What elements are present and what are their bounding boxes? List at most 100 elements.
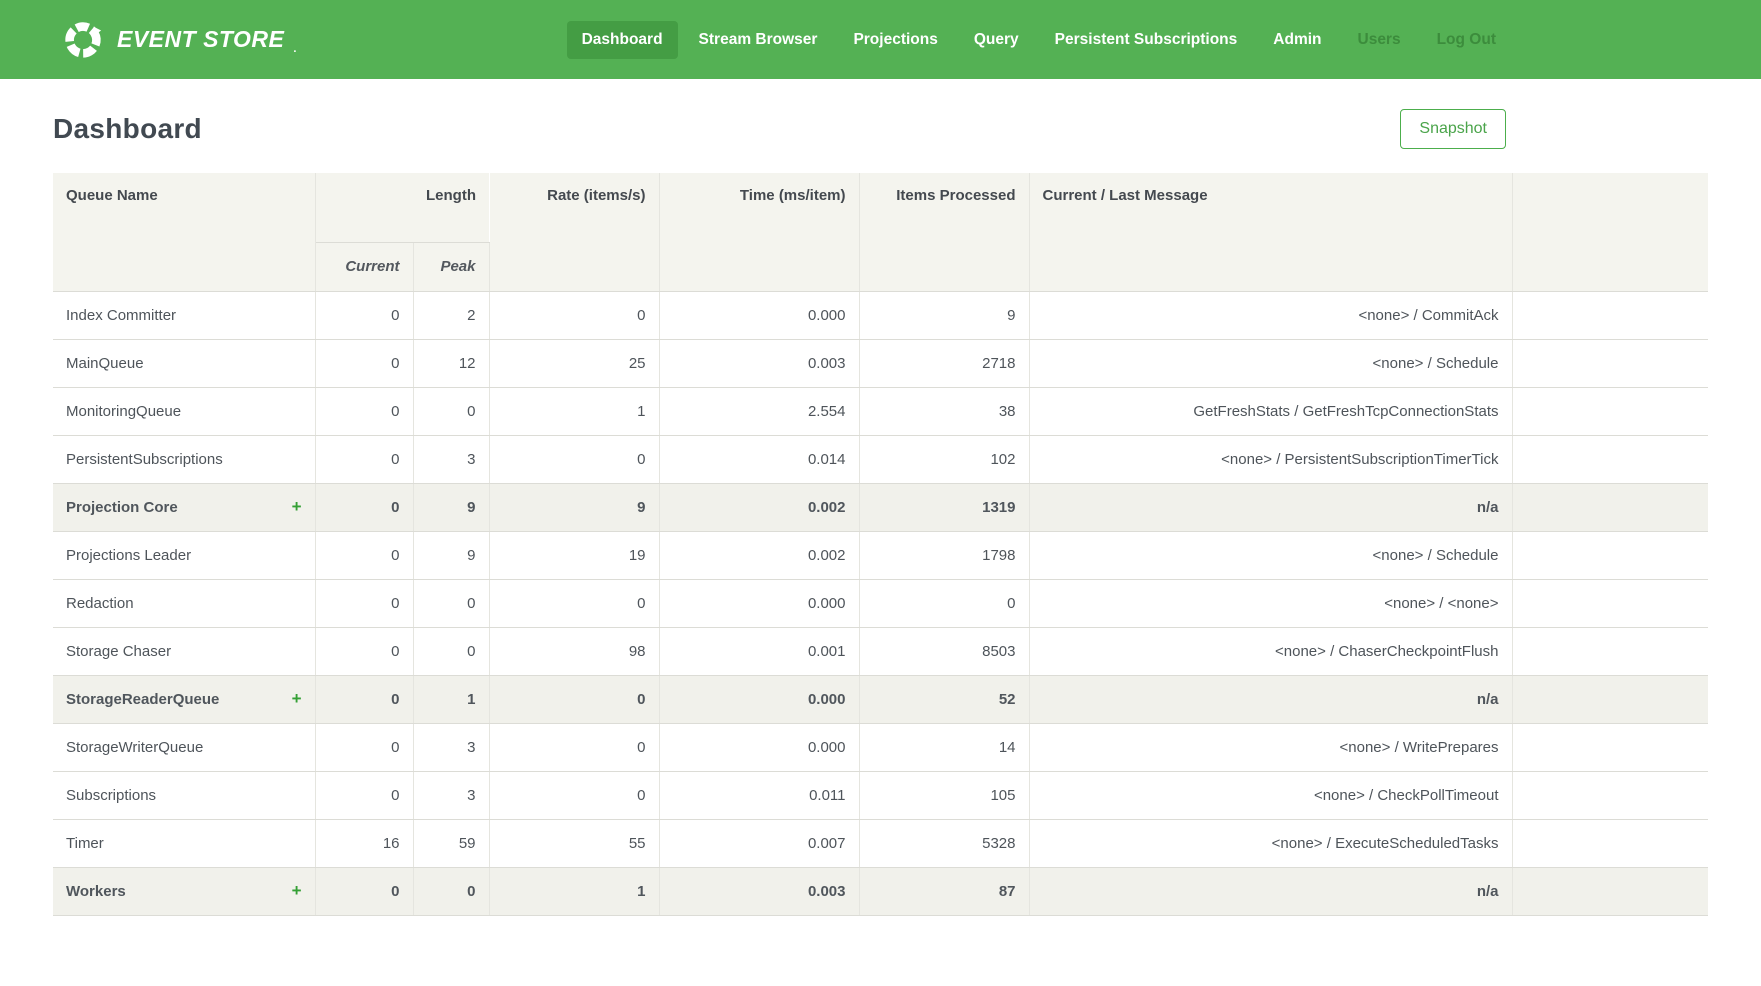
col-header-peak: Peak <box>413 242 489 291</box>
items-processed-cell: 0 <box>859 579 1029 627</box>
message-cell: <none> / ExecuteScheduledTasks <box>1029 819 1512 867</box>
nav-item-query[interactable]: Query <box>959 21 1034 59</box>
brand-home-link[interactable]: EVENT STORE . <box>62 19 296 61</box>
filler-cell <box>1512 339 1708 387</box>
col-header-length: Length <box>315 173 489 242</box>
time-cell: 0.011 <box>659 771 859 819</box>
queue-name-cell: Workers + <box>53 867 315 915</box>
length-current-cell: 0 <box>315 339 413 387</box>
message-cell: n/a <box>1029 675 1512 723</box>
rate-cell: 0 <box>489 675 659 723</box>
time-cell: 0.002 <box>659 483 859 531</box>
items-processed-cell: 102 <box>859 435 1029 483</box>
expand-plus-icon[interactable]: + <box>292 497 302 517</box>
filler-cell <box>1512 723 1708 771</box>
length-peak-cell: 0 <box>413 627 489 675</box>
table-row: Subscriptions 0 3 0 0.011 105 <none> / C… <box>53 771 1708 819</box>
filler-cell <box>1512 579 1708 627</box>
items-processed-cell: 87 <box>859 867 1029 915</box>
queue-name-cell: Subscriptions <box>53 771 315 819</box>
expand-plus-icon[interactable]: + <box>292 689 302 709</box>
length-current-cell: 0 <box>315 723 413 771</box>
time-cell: 0.000 <box>659 291 859 339</box>
rate-cell: 0 <box>489 291 659 339</box>
queue-name-cell: MainQueue <box>53 339 315 387</box>
rate-cell: 1 <box>489 867 659 915</box>
col-header-filler <box>1512 173 1708 291</box>
queue-name: PersistentSubscriptions <box>66 451 223 468</box>
rate-cell: 0 <box>489 579 659 627</box>
message-cell: n/a <box>1029 867 1512 915</box>
queue-name: StorageWriterQueue <box>66 739 203 756</box>
length-current-cell: 0 <box>315 387 413 435</box>
table-row: Timer 16 59 55 0.007 5328 <none> / Execu… <box>53 819 1708 867</box>
filler-cell <box>1512 483 1708 531</box>
nav-item-stream-browser[interactable]: Stream Browser <box>684 21 833 59</box>
message-cell: <none> / CheckPollTimeout <box>1029 771 1512 819</box>
nav-item-dashboard[interactable]: Dashboard <box>567 21 678 59</box>
rate-cell: 1 <box>489 387 659 435</box>
queue-name-cell: Projections Leader <box>53 531 315 579</box>
message-cell: <none> / WritePrepares <box>1029 723 1512 771</box>
table-row: MonitoringQueue 0 0 1 2.554 38 GetFreshS… <box>53 387 1708 435</box>
page-header: Dashboard Snapshot <box>53 101 1708 157</box>
queue-name-cell: Index Committer <box>53 291 315 339</box>
time-cell: 0.007 <box>659 819 859 867</box>
length-current-cell: 0 <box>315 675 413 723</box>
length-peak-cell: 2 <box>413 291 489 339</box>
col-header-message: Current / Last Message <box>1029 173 1512 291</box>
items-processed-cell: 52 <box>859 675 1029 723</box>
length-peak-cell: 0 <box>413 867 489 915</box>
queue-name: Projections Leader <box>66 547 191 564</box>
message-cell: <none> / PersistentSubscriptionTimerTick <box>1029 435 1512 483</box>
time-cell: 2.554 <box>659 387 859 435</box>
length-current-cell: 0 <box>315 867 413 915</box>
rate-cell: 55 <box>489 819 659 867</box>
nav-item-admin[interactable]: Admin <box>1258 21 1336 59</box>
length-peak-cell: 59 <box>413 819 489 867</box>
rate-cell: 0 <box>489 771 659 819</box>
queue-name-cell: Storage Chaser <box>53 627 315 675</box>
time-cell: 0.003 <box>659 339 859 387</box>
filler-cell <box>1512 819 1708 867</box>
queue-name-cell: Projection Core + <box>53 483 315 531</box>
queue-name-cell: StorageReaderQueue + <box>53 675 315 723</box>
rate-cell: 19 <box>489 531 659 579</box>
queue-name: MainQueue <box>66 355 144 372</box>
message-cell: <none> / Schedule <box>1029 531 1512 579</box>
length-peak-cell: 3 <box>413 435 489 483</box>
table-row: PersistentSubscriptions 0 3 0 0.014 102 … <box>53 435 1708 483</box>
table-row: Redaction 0 0 0 0.000 0 <none> / <none> <box>53 579 1708 627</box>
length-peak-cell: 12 <box>413 339 489 387</box>
items-processed-cell: 1798 <box>859 531 1029 579</box>
col-header-items-processed: Items Processed <box>859 173 1029 291</box>
queue-name: MonitoringQueue <box>66 403 181 420</box>
queue-name: Timer <box>66 835 104 852</box>
table-row: StorageReaderQueue + 0 1 0 0.000 52 n/a <box>53 675 1708 723</box>
message-cell: <none> / CommitAck <box>1029 291 1512 339</box>
message-cell: <none> / <none> <box>1029 579 1512 627</box>
message-cell: <none> / Schedule <box>1029 339 1512 387</box>
message-cell: <none> / ChaserCheckpointFlush <box>1029 627 1512 675</box>
items-processed-cell: 1319 <box>859 483 1029 531</box>
nav-item-users[interactable]: Users <box>1343 21 1416 59</box>
length-current-cell: 0 <box>315 771 413 819</box>
filler-cell <box>1512 627 1708 675</box>
nav-item-persistent-subscriptions[interactable]: Persistent Subscriptions <box>1040 21 1253 59</box>
rate-cell: 0 <box>489 435 659 483</box>
table-row: StorageWriterQueue 0 3 0 0.000 14 <none>… <box>53 723 1708 771</box>
snapshot-button[interactable]: Snapshot <box>1400 109 1506 149</box>
page-content: Dashboard Snapshot Queue Name Length Rat… <box>0 101 1761 916</box>
page-title: Dashboard <box>53 113 202 145</box>
nav-item-log-out[interactable]: Log Out <box>1422 21 1511 59</box>
expand-plus-icon[interactable]: + <box>292 881 302 901</box>
queue-name: Projection Core <box>66 499 178 516</box>
top-navigation-bar: EVENT STORE . DashboardStream BrowserPro… <box>0 0 1761 79</box>
queue-name: Index Committer <box>66 307 176 324</box>
table-row: Projections Leader 0 9 19 0.002 1798 <no… <box>53 531 1708 579</box>
nav-item-projections[interactable]: Projections <box>838 21 952 59</box>
table-row: Workers + 0 0 1 0.003 87 n/a <box>53 867 1708 915</box>
rate-cell: 9 <box>489 483 659 531</box>
length-peak-cell: 9 <box>413 483 489 531</box>
filler-cell <box>1512 387 1708 435</box>
